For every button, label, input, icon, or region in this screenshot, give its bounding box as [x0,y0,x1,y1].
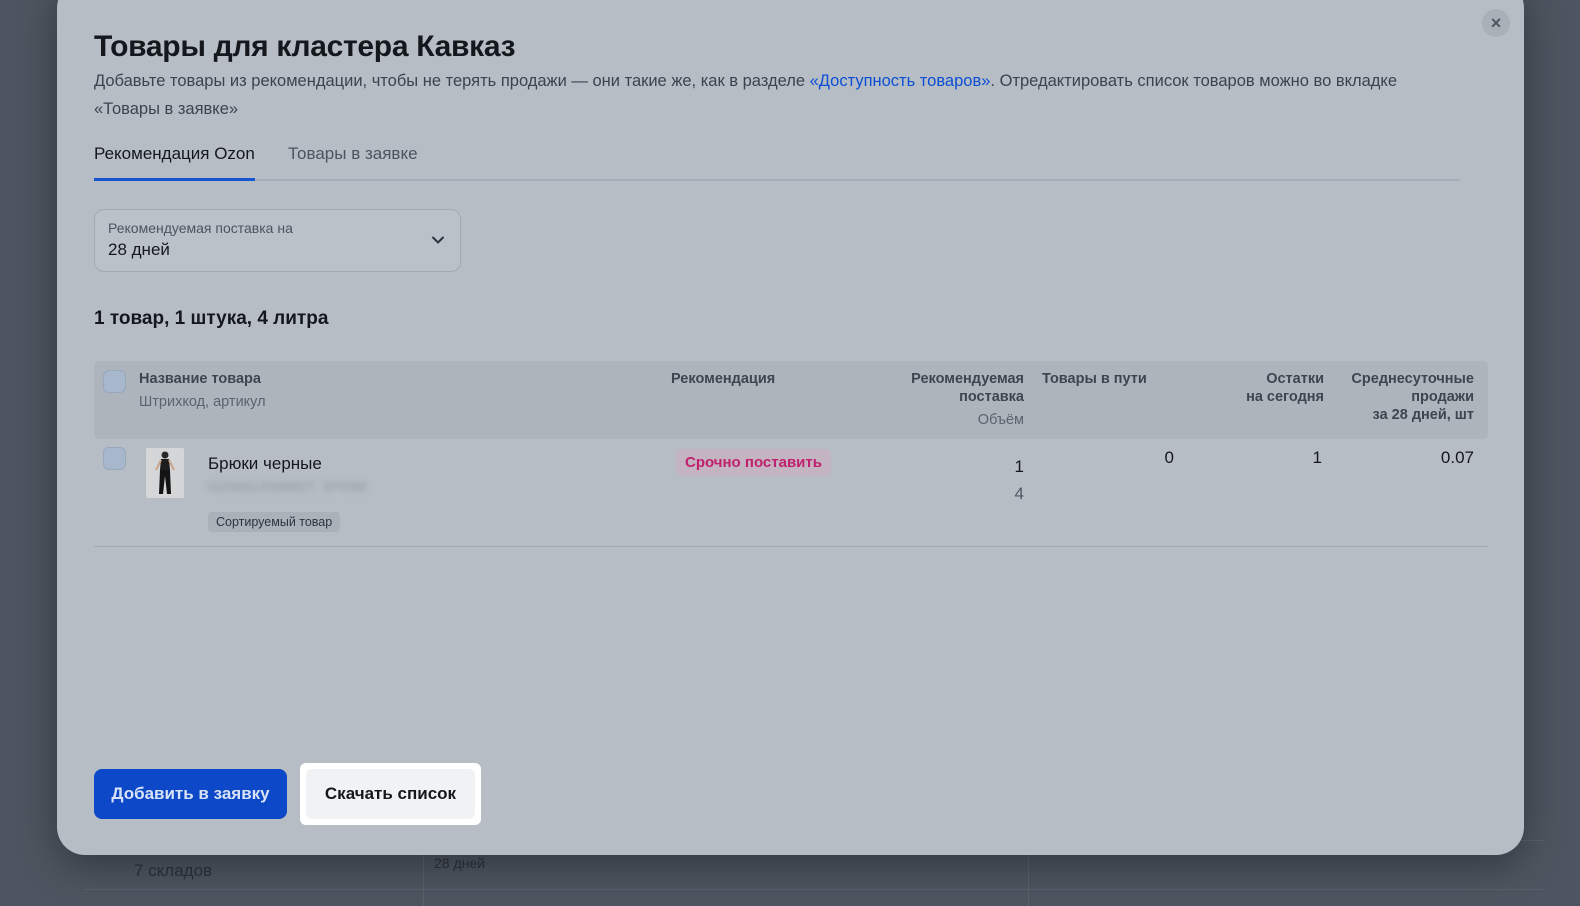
tabs-bar: Рекомендация Ozon Товары в заявке [94,138,1460,181]
header-sales-line3: за 28 дней, шт [1372,407,1474,423]
header-recommended-supply: Рекомендуемая поставка Объём [884,370,1024,429]
header-stock: Остатки на сегодня [1204,370,1324,406]
header-name-sub: Штрихкод, артикул [139,394,266,410]
add-to-request-button[interactable]: Добавить в заявку [94,769,287,819]
product-name[interactable]: Брюки черные [208,454,322,474]
row-checkbox[interactable] [103,447,126,470]
select-all-checkbox[interactable] [103,370,126,393]
in-transit-value: 0 [1164,448,1174,467]
header-sales-line2: продажи [1411,389,1474,405]
product-thumbnail[interactable] [146,448,184,498]
select-label: Рекомендуемая поставка на [108,220,293,236]
header-stock-line2: на сегодня [1246,389,1324,405]
availability-link[interactable]: «Доступность товаров» [810,72,991,90]
close-button[interactable]: × [1482,9,1510,37]
supply-period-select[interactable]: Рекомендуемая поставка на 28 дней [94,209,461,272]
chevron-down-icon [432,236,444,244]
close-icon: × [1490,12,1502,33]
avg-sales-value: 0.07 [1440,448,1474,467]
header-name-label: Название товара [139,371,261,387]
header-product-name: Название товара Штрихкод, артикул [139,370,266,411]
header-supply-line2: поставка [959,389,1024,405]
urgent-badge: Срочно поставить [676,449,831,476]
header-supply-volume: Объём [977,412,1024,428]
download-list-button[interactable]: Скачать список [306,769,475,819]
modal-title: Товары для кластера Кавказ [94,30,516,63]
tab-ozon-recommendation[interactable]: Рекомендация Ozon [94,144,255,181]
volume-value: 4 [1014,484,1024,503]
background-days-label: 28 дней [434,855,485,871]
modal-description: Добавьте товары из рекомендации, чтобы н… [94,67,1424,123]
header-supply-line1: Рекомендуемая [911,371,1024,387]
header-in-transit: Товары в пути [1042,371,1147,387]
header-sales-line1: Среднесуточные [1351,371,1474,387]
table-row: Брюки черные OZN0614599907, SPOIM Сортир… [94,439,1488,547]
stock-value: 1 [1312,448,1322,467]
sortable-tag: Сортируемый товар [208,512,341,532]
product-barcode: OZN0614599907, SPOIM [208,479,367,494]
download-button-highlight: Скачать список [300,763,481,825]
background-warehouses-label: 7 складов [134,861,213,880]
selection-summary: 1 товар, 1 штука, 4 литра [94,308,329,329]
header-recommendation: Рекомендация [671,371,776,387]
product-image-icon [146,448,184,498]
header-stock-line1: Остатки [1266,371,1324,387]
tab-request-products[interactable]: Товары в заявке [288,144,418,181]
select-value: 28 дней [108,240,170,259]
description-text-start: Добавьте товары из рекомендации, чтобы н… [94,72,810,90]
recommended-supply-value: 1 [1014,457,1024,476]
header-avg-sales: Среднесуточные продажи за 28 дней, шт [1324,370,1474,424]
table-header: Название товара Штрихкод, артикул Рекоме… [94,361,1488,439]
